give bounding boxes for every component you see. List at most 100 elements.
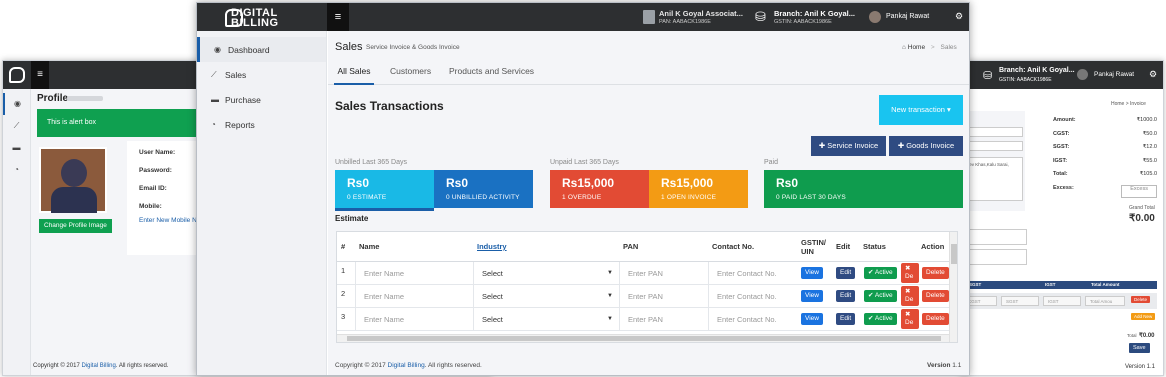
col-status: Status (863, 242, 886, 251)
deactivate-button[interactable]: ✖ De (901, 309, 919, 329)
pan-input[interactable]: Enter PAN (619, 308, 708, 330)
invoice-select-2[interactable] (963, 141, 1023, 151)
sales-window: DIGITAL BILLING ≡ Anil K Goyal Associat.… (196, 2, 970, 376)
col-action: Action (921, 242, 945, 251)
goods-invoice-button[interactable]: ✚ Goods Invoice (889, 136, 963, 156)
view-button[interactable]: View (801, 313, 823, 325)
tab-products-services[interactable]: Products and Services (449, 61, 534, 85)
main-footer: Copyright © 2017 Digital Billing. All ri… (335, 362, 482, 369)
sidebar-item-reports[interactable]: ◔ Reports (197, 112, 326, 137)
pie-icon[interactable]: ◔ (3, 159, 30, 181)
add-new-item-button[interactable]: Add New (1131, 313, 1156, 320)
edit-button[interactable]: Edit (836, 290, 856, 302)
notes-input-1[interactable] (961, 229, 1027, 245)
col-num: # (341, 242, 346, 251)
name-input[interactable]: Enter Name (355, 285, 473, 307)
menu-toggle-icon[interactable]: ≡ (31, 61, 49, 89)
delete-button[interactable]: Delete (922, 313, 949, 325)
pan-input[interactable]: Enter PAN (619, 285, 708, 307)
sidebar-item-purchase[interactable]: ▬ Purchase (197, 87, 326, 112)
deactivate-button[interactable]: ✖ De (901, 286, 919, 306)
logo-text-2: BILLING (231, 17, 279, 29)
sidebar-item-dashboard[interactable]: ◉ Dashboard (197, 37, 326, 62)
industry-select[interactable]: Select ▼ (473, 285, 619, 307)
igst-input[interactable]: IGST (1043, 296, 1081, 306)
activate-button[interactable]: ✔ Active (864, 313, 897, 325)
paid-tile[interactable]: Rs0 0 PAID LAST 30 DAYS (764, 170, 963, 208)
name-input[interactable]: Enter Name (355, 262, 473, 284)
edit-button[interactable]: Edit (836, 313, 856, 325)
breadcrumb-home[interactable]: Home (908, 44, 925, 51)
invoice-item-row: CGST SGST IGST Total Amou Delete (961, 293, 1157, 309)
new-transaction-button[interactable]: New transaction ▾ (879, 95, 963, 125)
user-avatar[interactable] (1077, 69, 1088, 80)
invoice-select-1[interactable] (963, 127, 1023, 137)
main-sidebar: ◉ Dashboard ⟋ Sales ▬ Purchase ◔ Reports (197, 31, 327, 375)
industry-select-value: Select (482, 268, 503, 278)
sidebar-label: Reports (225, 119, 255, 130)
footer-link[interactable]: Digital Billing (81, 363, 115, 369)
sgst-input[interactable]: SGST (1001, 296, 1039, 306)
header-branch[interactable]: Branch: Anil K Goyal... (774, 9, 855, 18)
service-invoice-button[interactable]: ✚ Service Invoice (811, 136, 886, 156)
contact-input[interactable]: Enter Contact No. (708, 285, 797, 307)
view-button[interactable]: View (801, 267, 823, 279)
estimate-table: # Name Industry PAN Contact No. GSTIN/UI… (336, 231, 958, 343)
name-input[interactable]: Enter Name (355, 308, 473, 330)
user-avatar[interactable] (869, 11, 881, 23)
delete-item-button[interactable]: Delete (1131, 296, 1151, 303)
header-user[interactable]: Pankaj Rawat (886, 13, 929, 20)
settings-gear-icon[interactable]: ⚙ (955, 11, 963, 22)
notes-input-2[interactable] (961, 249, 1027, 265)
sidebar-item-sales[interactable]: ⟋ Sales (197, 62, 326, 87)
tile-label: 0 ESTIMATE (347, 194, 387, 201)
activate-button[interactable]: ✔ Active (864, 290, 897, 302)
chart-icon[interactable]: ⟋ (3, 115, 30, 137)
industry-select[interactable]: Select ▼ (473, 308, 619, 330)
tile-amount: Rs15,000 (661, 176, 714, 190)
save-button[interactable]: Save (1129, 343, 1150, 353)
contact-input[interactable]: Enter Contact No. (708, 262, 797, 284)
overdue-tile[interactable]: Rs15,000 1 OVERDUE (550, 170, 649, 208)
deactivate-button[interactable]: ✖ De (901, 263, 919, 283)
digital-billing-logo[interactable]: DIGITAL BILLING (205, 8, 325, 29)
igst-value: ₹55.0 (1142, 157, 1157, 164)
delete-button[interactable]: Delete (922, 267, 949, 279)
dashboard-icon[interactable]: ◉ (3, 93, 30, 115)
tab-customers[interactable]: Customers (390, 61, 431, 85)
change-profile-image-button[interactable]: Change Profile Image (39, 219, 112, 233)
activate-button[interactable]: ✔ Active (864, 267, 897, 279)
settings-gear-icon[interactable]: ⚙ (1149, 69, 1157, 80)
user-name[interactable]: Pankaj Rawat (1094, 71, 1134, 78)
horizontal-scrollbar[interactable] (337, 334, 949, 342)
table-row: 3 Enter Name Select ▼ Enter PAN Enter Contact… (337, 308, 957, 331)
total-value: ₹105.0 (1139, 171, 1157, 177)
open-invoice-tile[interactable]: Rs15,000 1 OPEN INVOICE (649, 170, 748, 208)
address-textarea[interactable]: Dev Khas,Kalu Sarai, (963, 157, 1023, 201)
edit-button[interactable]: Edit (836, 267, 856, 279)
total-amount-input[interactable]: Total Amou (1085, 296, 1125, 306)
tab-bar: All Sales Customers Products and Service… (328, 61, 969, 85)
footer-link[interactable]: Digital Billing (388, 362, 425, 369)
email-label: Email ID: (139, 185, 167, 192)
estimate-tile[interactable]: Rs0 0 ESTIMATE (335, 170, 434, 208)
delete-button[interactable]: Delete (922, 290, 949, 302)
igst-col: IGST (1045, 282, 1056, 287)
tab-all-sales[interactable]: All Sales (334, 61, 374, 85)
main-content: Sales Service Invoice & Goods Invoice ⌂ … (328, 31, 969, 375)
header-company[interactable]: Anil K Goyal Associat... (659, 9, 743, 18)
pan-input[interactable]: Enter PAN (619, 262, 708, 284)
view-button[interactable]: View (801, 290, 823, 302)
vertical-scrollbar[interactable] (949, 232, 957, 342)
contact-input[interactable]: Enter Contact No. (708, 308, 797, 330)
enter-mobile-link[interactable]: Enter New Mobile N (139, 217, 197, 224)
menu-toggle-icon[interactable]: ≡ (327, 3, 349, 31)
horizontal-scroll-thumb[interactable] (347, 336, 941, 341)
industry-select[interactable]: Select ▼ (473, 262, 619, 284)
invoice-breadcrumb: Home > Invoice (1111, 101, 1146, 107)
vertical-scroll-thumb[interactable] (951, 244, 957, 264)
cart-icon[interactable]: ▬ (3, 137, 30, 159)
excess-input[interactable]: Excess (1121, 184, 1157, 198)
unbilled-activity-tile[interactable]: Rs0 0 UNBILLIED ACTIVITY (434, 170, 533, 208)
col-industry[interactable]: Industry (477, 232, 507, 261)
